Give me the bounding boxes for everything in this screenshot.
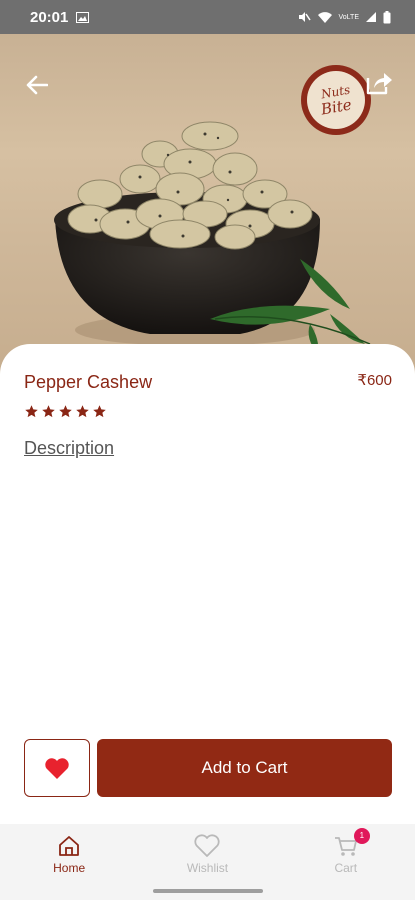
product-image: Nuts Bite bbox=[0, 34, 415, 374]
star-icon bbox=[76, 405, 89, 418]
nav-label-home: Home bbox=[53, 860, 86, 875]
arrow-left-icon bbox=[26, 75, 48, 95]
star-icon bbox=[93, 405, 106, 418]
gesture-area bbox=[0, 884, 415, 900]
product-details-sheet: Pepper Cashew ₹600 Description Add to Ca… bbox=[0, 344, 415, 824]
home-icon bbox=[59, 835, 80, 856]
wishlist-toggle-button[interactable] bbox=[24, 739, 90, 797]
brand-logo-text: Nuts Bite bbox=[307, 71, 365, 129]
back-button[interactable] bbox=[20, 68, 54, 102]
star-icon bbox=[42, 405, 55, 418]
status-bar: 20:01 VoLTE bbox=[0, 0, 415, 34]
bottom-nav: Home Wishlist 1 Cart bbox=[0, 824, 415, 884]
mute-icon bbox=[297, 10, 311, 24]
product-price: ₹600 bbox=[357, 372, 392, 389]
rating-stars bbox=[24, 404, 107, 419]
share-button[interactable] bbox=[362, 66, 396, 100]
battery-icon bbox=[383, 10, 391, 24]
star-icon bbox=[59, 405, 72, 418]
gesture-bar[interactable] bbox=[153, 889, 263, 893]
nav-item-cart[interactable]: 1 Cart bbox=[296, 827, 396, 875]
heart-icon bbox=[45, 757, 69, 779]
nav-item-wishlist[interactable]: Wishlist bbox=[157, 833, 257, 875]
network-label: VoLTE bbox=[338, 13, 360, 21]
add-to-cart-button[interactable]: Add to Cart bbox=[97, 739, 392, 797]
nav-label-cart: Cart bbox=[334, 860, 358, 875]
cart-badge: 1 bbox=[353, 827, 370, 844]
description-link[interactable]: Description bbox=[24, 438, 114, 459]
signal-icon bbox=[365, 11, 377, 23]
share-icon bbox=[366, 73, 392, 95]
nav-label-wishlist: Wishlist bbox=[186, 860, 229, 875]
product-name: Pepper Cashew bbox=[24, 372, 153, 392]
brand-line-2: Bite bbox=[319, 94, 353, 119]
wifi-icon bbox=[317, 11, 333, 24]
image-icon bbox=[76, 11, 90, 23]
brand-logo: Nuts Bite bbox=[301, 65, 371, 135]
nav-item-home[interactable]: Home bbox=[19, 834, 119, 875]
heart-outline-icon bbox=[194, 833, 221, 857]
status-time: 20:01 bbox=[30, 8, 69, 26]
status-left: 20:01 bbox=[30, 8, 90, 26]
status-right: VoLTE bbox=[297, 10, 392, 24]
star-icon bbox=[25, 405, 38, 418]
